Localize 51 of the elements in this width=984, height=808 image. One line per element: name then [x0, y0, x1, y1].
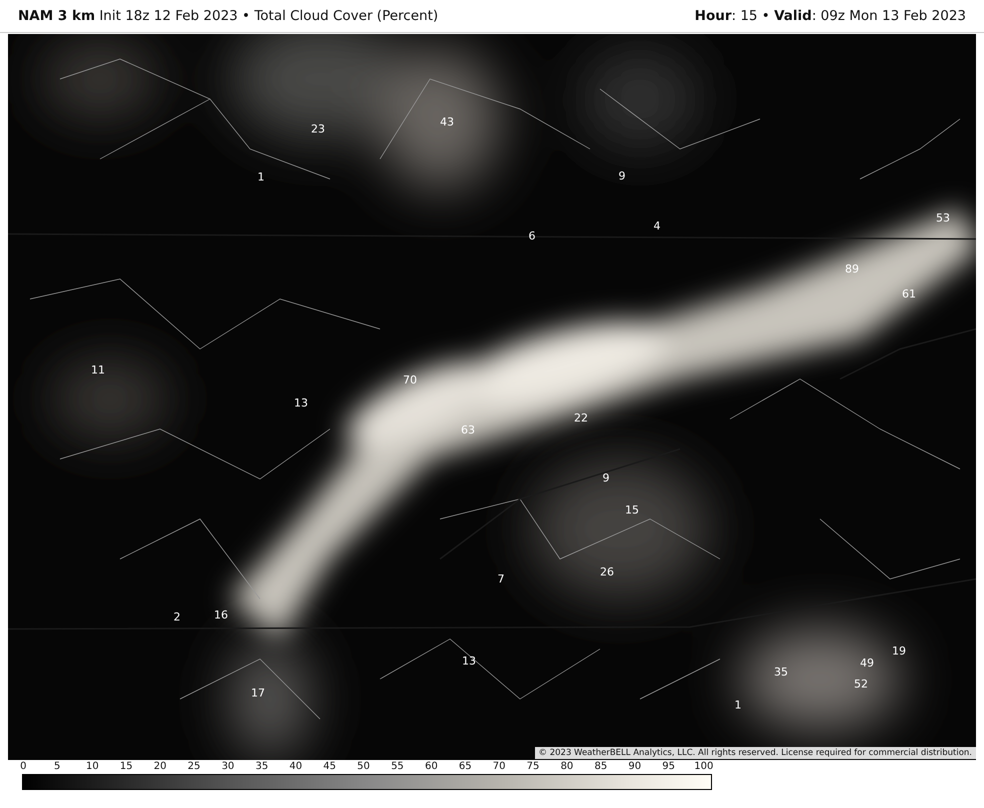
- colorbar-tick-label: 50: [357, 761, 370, 772]
- cloud-cover-value: 17: [251, 686, 265, 700]
- cloud-cover-value: 23: [311, 122, 325, 136]
- colorbar-tick-label: 65: [458, 761, 472, 772]
- cloud-cover-value: 52: [854, 678, 868, 690]
- model-run-title: NAM 3 km Init 18z 12 Feb 2023 • Total Cloud Cover (Percent): [18, 8, 438, 24]
- cloud-cover-value: 2: [174, 610, 180, 624]
- colorbar-tick-label: 40: [289, 761, 302, 772]
- cloud-cover-value: 22: [574, 412, 588, 424]
- colorbar-tick-label: 25: [188, 761, 200, 772]
- colorbar-tick-label: 5: [54, 761, 60, 772]
- cloud-cover-value: 89: [845, 262, 859, 276]
- cloud-cover-value: 15: [625, 504, 639, 516]
- cloud-cover-value: 9: [602, 472, 610, 484]
- copyright-notice: © 2023 WeatherBELL Analytics, LLC. All rights reserved. License required for commercial distribution.: [534, 747, 976, 759]
- cloud-cover-value: 1: [734, 698, 742, 712]
- colorbar-tick-label: 15: [120, 761, 133, 772]
- colorbar-tick-label: 95: [662, 761, 675, 772]
- cloud-cover-value: 19: [892, 644, 906, 658]
- cloud-cover-value: 53: [936, 212, 950, 224]
- cloud-cover-value: 16: [214, 608, 228, 622]
- cloud-cover-value: 6: [528, 230, 536, 242]
- colorbar-tick-label: 0: [20, 761, 26, 772]
- cloud-cover-value: 13: [462, 654, 476, 668]
- colorbar-tick-label: 60: [424, 761, 438, 772]
- colorbar-tick-label: 55: [391, 761, 404, 772]
- cloud-cover-value: 63: [461, 424, 475, 436]
- colorbar-tick-label: 80: [560, 761, 574, 772]
- colorbar-tick-label: 45: [323, 761, 336, 772]
- colorbar-tick-label: 20: [154, 761, 166, 772]
- colorbar-tick-label: 30: [222, 761, 234, 772]
- cloud-cover-value: 9: [618, 170, 626, 182]
- colorbar-tick-label: 70: [492, 761, 506, 772]
- colorbar-tick-label: 85: [594, 761, 608, 772]
- colorbar-tick-label: 35: [255, 761, 268, 772]
- cloud-cover-value: 26: [600, 566, 614, 578]
- colorbar-tick-label: 10: [86, 761, 99, 772]
- cloud-cover-value: 70: [403, 374, 417, 386]
- cloud-cover-value: 1: [258, 170, 264, 184]
- cloud-cover-value: 7: [498, 572, 504, 586]
- cloud-cover-value: 49: [860, 656, 874, 670]
- colorbar-tick-label: 100: [694, 761, 714, 772]
- cloud-cover-value: 13: [294, 396, 308, 410]
- colorbar-tick-label: 75: [526, 761, 540, 772]
- cloud-cover-value: 35: [774, 666, 788, 678]
- colorbar-tick-label: 90: [628, 761, 642, 772]
- cloud-cover-value: 43: [440, 116, 454, 128]
- cloud-cover-value: 61: [902, 288, 916, 300]
- forecast-valid-time: Hour: 15 • Valid: 09z Mon 13 Feb 2023: [694, 8, 966, 24]
- cloud-cover-value: 4: [654, 220, 660, 232]
- cloud-cover-value: 11: [91, 364, 105, 376]
